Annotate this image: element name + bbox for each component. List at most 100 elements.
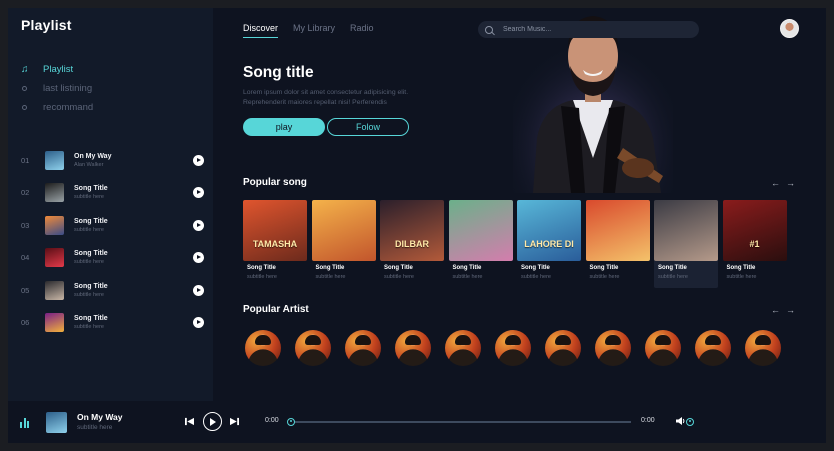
- sidebar-item-last-listening[interactable]: last listining: [21, 79, 93, 98]
- song-cover: TAMASHA: [243, 200, 307, 261]
- song-title: Song Title: [521, 265, 550, 271]
- track-cover: [45, 280, 64, 300]
- play-icon[interactable]: [193, 187, 204, 199]
- popular-song-list: TAMASHA Song Title subtitle here Song Title…: [243, 200, 791, 288]
- track-subtitle: Alan Walker: [74, 161, 104, 168]
- song-card[interactable]: TAMASHA Song Title subtitle here: [243, 200, 307, 288]
- song-card[interactable]: Song Title subtitle here: [585, 200, 650, 288]
- track-cover: [45, 313, 64, 333]
- previous-track-icon[interactable]: [185, 417, 194, 426]
- play-icon[interactable]: [193, 219, 204, 231]
- artist-avatar[interactable]: [645, 330, 681, 366]
- song-cover: [585, 200, 650, 261]
- play-button[interactable]: play: [243, 118, 325, 136]
- arrow-left-icon[interactable]: ←: [771, 178, 786, 188]
- song-subtitle: subtitle here: [452, 274, 483, 280]
- song-card[interactable]: DILBAR Song Title subtitle here: [380, 200, 444, 288]
- popular-artist-arrows: ←→: [771, 305, 801, 315]
- sidebar-item-playlist[interactable]: ♫ Playlist: [21, 60, 93, 79]
- playlist-row[interactable]: 06 Song Title subtitle here: [21, 307, 204, 340]
- artist-avatar[interactable]: [595, 330, 631, 366]
- song-cover: [311, 200, 376, 261]
- song-title: Song Title: [452, 265, 482, 271]
- playlist-row[interactable]: 04 Song Title subtitle here: [21, 242, 204, 275]
- artist-avatar[interactable]: [545, 330, 581, 366]
- track-cover: [45, 248, 64, 268]
- hero-description: Lorem ipsum dolor sit amet consectetur a…: [243, 89, 409, 106]
- artist-avatar[interactable]: [295, 330, 331, 366]
- song-cover-text: #1: [749, 239, 760, 249]
- track-cover: [45, 215, 64, 235]
- volume-slider[interactable]: [686, 417, 790, 426]
- time-total: 0:00: [641, 417, 655, 424]
- arrow-right-icon[interactable]: →: [786, 305, 801, 315]
- tab-radio[interactable]: Radio: [350, 23, 374, 38]
- sidebar-item-recommand[interactable]: recommand: [21, 98, 93, 117]
- next-track-icon[interactable]: [230, 417, 239, 426]
- progress-bar[interactable]: [287, 417, 631, 426]
- search-bar[interactable]: [478, 21, 699, 38]
- artist-avatar[interactable]: [245, 330, 281, 366]
- song-cover-text: DILBAR: [395, 239, 429, 249]
- popular-artist-title: Popular Artist: [243, 304, 309, 315]
- playlist-row[interactable]: 05 Song Title subtitle here: [21, 274, 204, 307]
- sidebar-item-label: recommand: [43, 102, 94, 113]
- tab-discover[interactable]: Discover: [243, 23, 279, 38]
- song-card[interactable]: Song Title subtitle here: [311, 200, 376, 288]
- artist-avatar[interactable]: [745, 330, 781, 366]
- song-card[interactable]: #1 Song Title subtitle here: [722, 200, 787, 288]
- artist-avatar[interactable]: [345, 330, 381, 366]
- song-card[interactable]: Song Title subtitle here: [448, 200, 513, 288]
- song-card[interactable]: LAHORE DI Song Title subtitle here: [517, 200, 581, 288]
- arrow-right-icon[interactable]: →: [786, 178, 801, 188]
- song-subtitle: subtitle here: [726, 274, 757, 280]
- volume-handle[interactable]: [686, 417, 694, 426]
- track-title: Song Title: [74, 315, 108, 323]
- playlist-row[interactable]: 02 Song Title subtitle here: [21, 177, 204, 210]
- tab-my-library[interactable]: My Library: [293, 23, 335, 38]
- user-avatar[interactable]: [780, 19, 799, 38]
- sidebar-nav: ♫ Playlist last listining recommand: [21, 60, 93, 117]
- volume-icon[interactable]: [676, 416, 686, 426]
- now-playing-cover: [46, 412, 67, 433]
- song-subtitle: subtitle here: [589, 274, 620, 280]
- artist-avatar[interactable]: [695, 330, 731, 366]
- play-icon[interactable]: [193, 252, 204, 264]
- track-subtitle: subtitle here: [74, 324, 104, 331]
- sidebar: Playlist ♫ Playlist last listining recom…: [8, 8, 213, 401]
- progress-handle[interactable]: [287, 417, 295, 426]
- time-current: 0:00: [265, 417, 279, 424]
- top-tabs: Discover My Library Radio: [243, 23, 389, 38]
- song-cover: #1: [722, 200, 787, 261]
- artist-avatar[interactable]: [495, 330, 531, 366]
- playlist-row[interactable]: 03 Song Title subtitle here: [21, 209, 204, 242]
- play-icon[interactable]: [193, 284, 204, 296]
- song-cover: LAHORE DI: [517, 200, 581, 261]
- dot-icon: [21, 83, 43, 94]
- song-subtitle: subtitle here: [521, 274, 551, 280]
- follow-button[interactable]: Folow: [327, 118, 409, 136]
- play-pause-button[interactable]: [203, 412, 222, 431]
- sidebar-item-label: Playlist: [43, 64, 74, 75]
- playlist-row[interactable]: 01 On My Way Alan Walker: [21, 144, 204, 177]
- artist-avatar[interactable]: [395, 330, 431, 366]
- music-note-icon: ♫: [21, 64, 29, 75]
- track-subtitle: subtitle here: [74, 291, 104, 298]
- app-window: Playlist ♫ Playlist last listining recom…: [8, 8, 826, 443]
- track-title: Song Title: [74, 185, 108, 193]
- arrow-left-icon[interactable]: ←: [771, 305, 786, 315]
- play-icon[interactable]: [193, 317, 204, 329]
- playlist: 01 On My Way Alan Walker 02 Song Title s…: [21, 144, 204, 339]
- play-icon[interactable]: [193, 154, 204, 166]
- song-cover: DILBAR: [380, 200, 444, 261]
- song-title: Song Title: [726, 265, 756, 271]
- song-subtitle: subtitle here: [315, 274, 346, 280]
- search-input[interactable]: [503, 26, 683, 33]
- track-subtitle: subtitle here: [74, 194, 104, 201]
- track-subtitle: subtitle here: [74, 259, 104, 266]
- popular-song-arrows: ←→: [771, 178, 801, 188]
- track-number: 03: [21, 220, 30, 230]
- song-card[interactable]: Song Title subtitle here: [654, 200, 718, 288]
- popular-song-title: Popular song: [243, 177, 307, 188]
- artist-avatar[interactable]: [445, 330, 481, 366]
